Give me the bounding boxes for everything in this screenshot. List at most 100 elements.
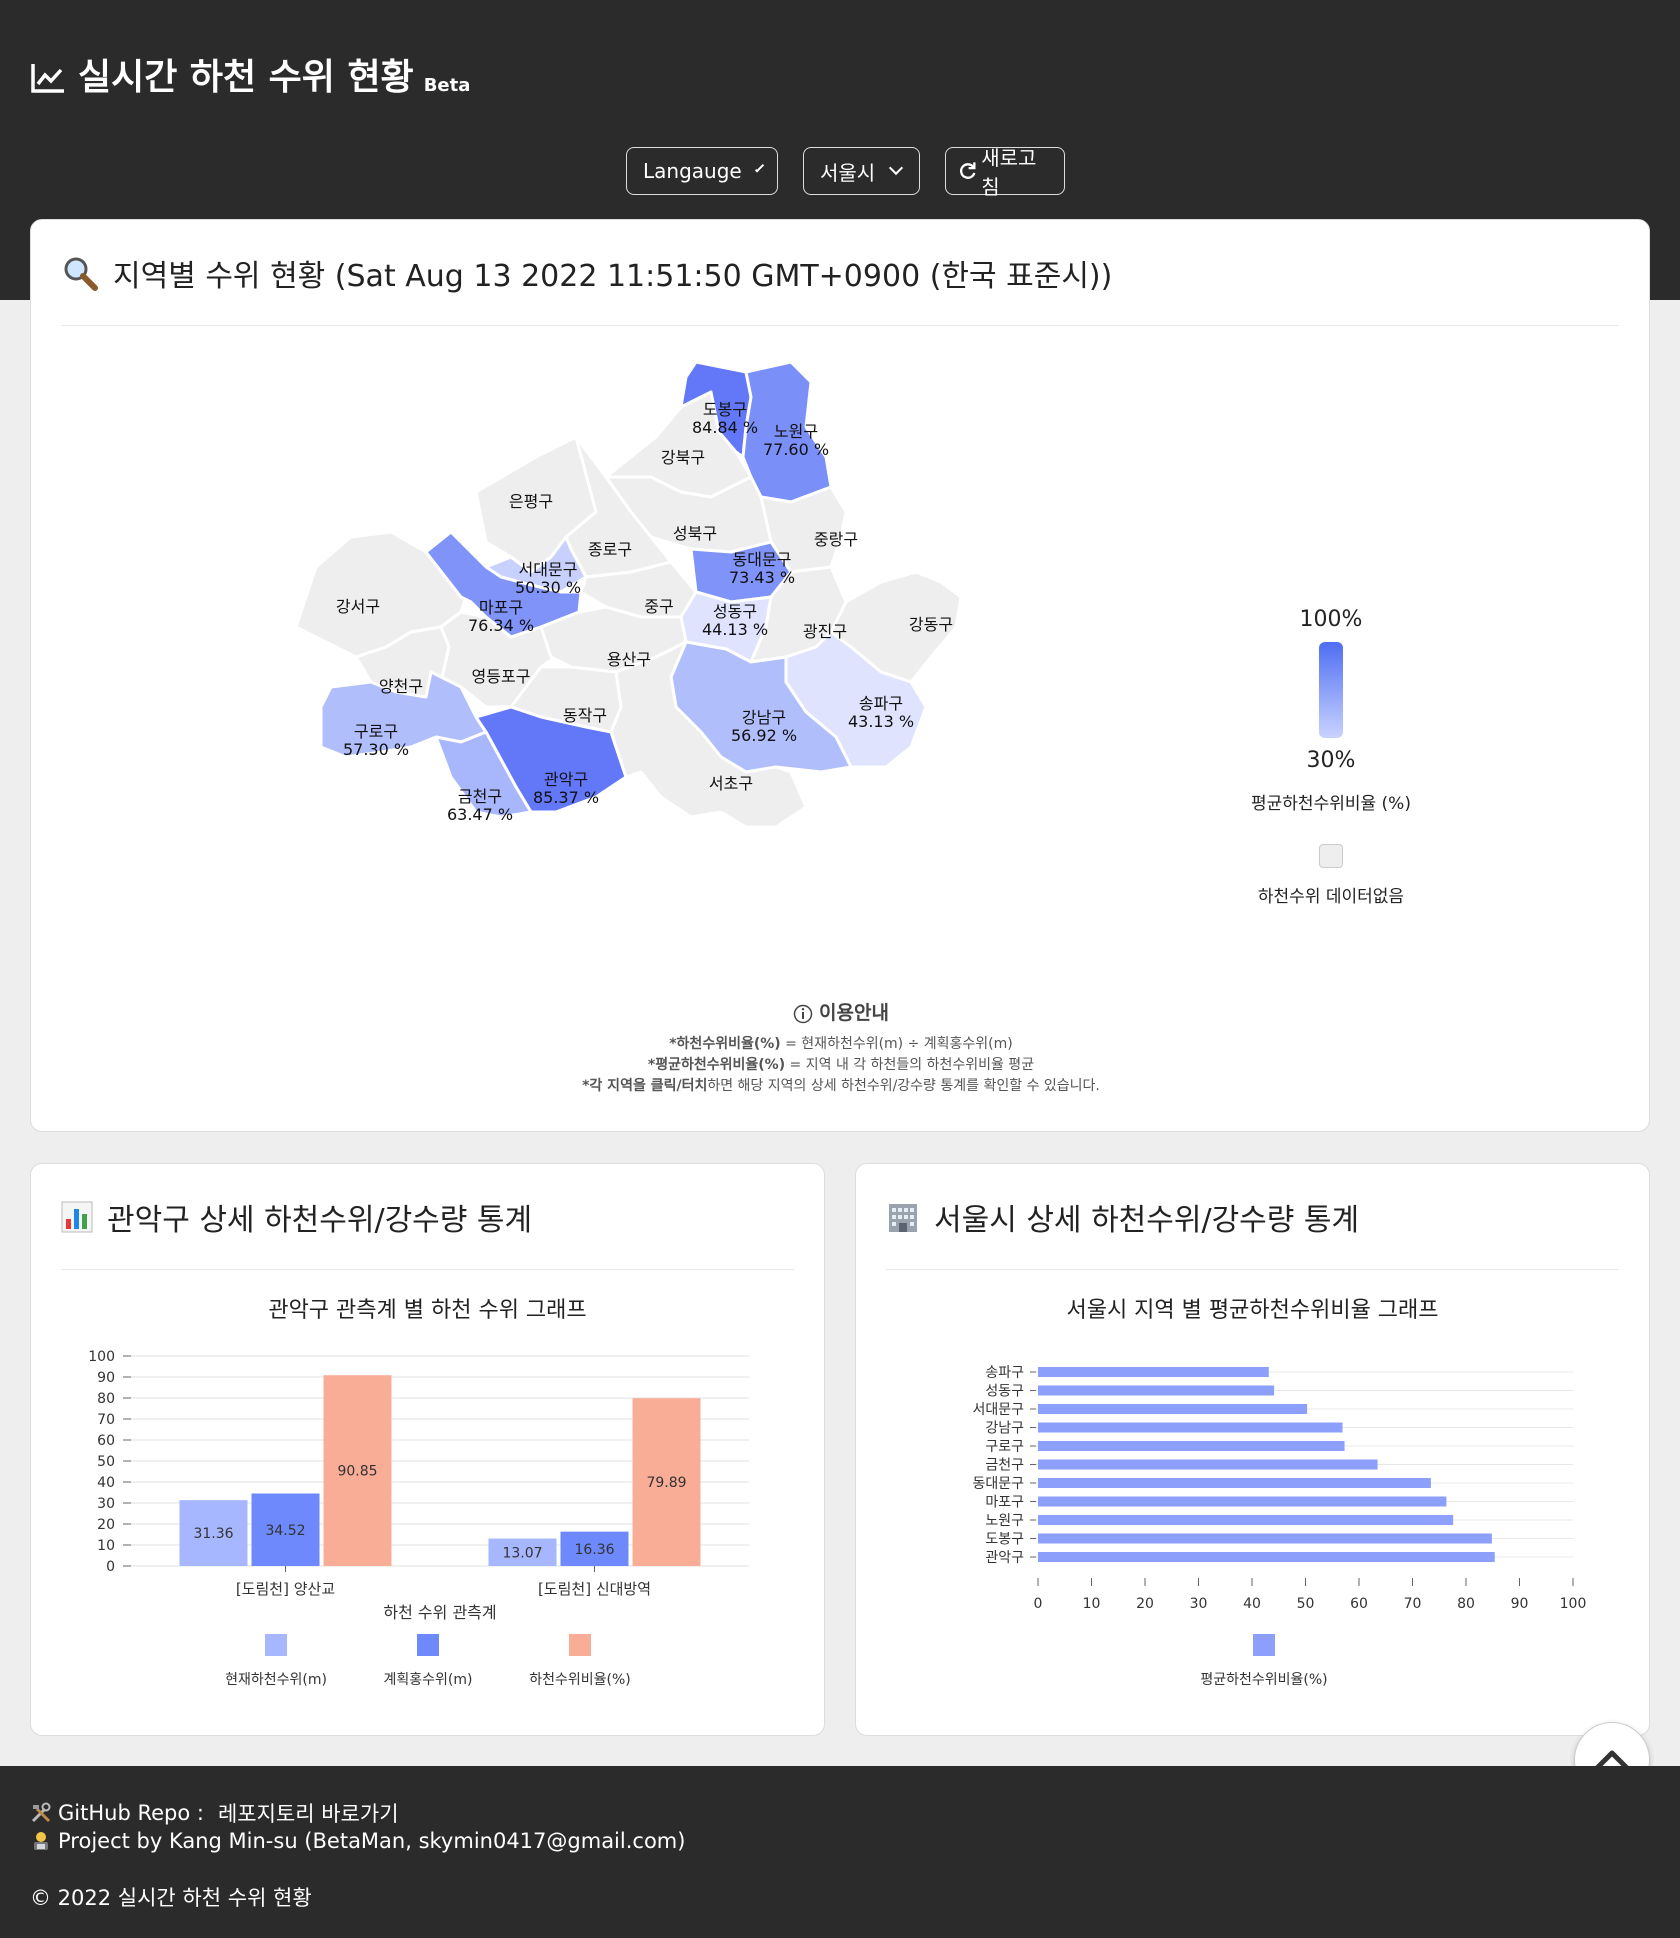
city-stats-card: 서울시 상세 하천수위/강수량 통계 서울시 지역 별 평균하천수위비율 그래프… (855, 1163, 1650, 1736)
district-name: 도봉구 (703, 400, 747, 419)
x-tick-label: 0 (1034, 1596, 1043, 1612)
district-name: 성북구 (673, 524, 717, 543)
bar (1038, 1367, 1269, 1377)
app-title-text: 실시간 하천 수위 현황 (78, 57, 414, 98)
legend-nodata-label: 하천수위 데이터없음 (1257, 887, 1405, 907)
guide-line-rest: 하면 해당 지역의 상세 하천수위/강수량 통계를 확인할 수 있습니다. (707, 1078, 1100, 1094)
x-axis-label: 하천 수위 관측계 (383, 1603, 496, 1622)
district-name: 종로구 (588, 540, 632, 559)
x-tick-label: 50 (1297, 1596, 1315, 1612)
y-tick-label: 60 (97, 1433, 115, 1449)
x-tick-label: 40 (1243, 1596, 1261, 1612)
district-value: 50.30 % (515, 578, 581, 597)
district-name: 성동구 (713, 602, 757, 621)
district-name: 강남구 (742, 708, 786, 727)
chevron-down-icon (754, 163, 765, 173)
y-tick-label: 구로구 (985, 1439, 1024, 1455)
legend-label: 평균하천수위비율 (%) (1251, 794, 1411, 814)
footer-project: Project by Kang Min-su (BetaMan, skymin0… (30, 1829, 685, 1853)
district-name: 광진구 (803, 622, 847, 641)
legend-gradient-bar (1319, 642, 1343, 738)
city-stats-header: 서울시 상세 하천수위/강수량 통계 (886, 1164, 1619, 1270)
data-label: 13.07 (502, 1545, 542, 1561)
district-name: 송파구 (859, 694, 903, 713)
y-tick-label: 동대문구 (972, 1476, 1024, 1492)
y-tick-label: 강남구 (985, 1421, 1024, 1437)
y-tick-label: 40 (97, 1475, 115, 1491)
bar (1038, 1459, 1378, 1470)
data-label: 16.36 (574, 1542, 614, 1558)
district-name: 관악구 (544, 770, 588, 789)
legend-nodata-swatch (1319, 844, 1343, 868)
y-tick-label: 90 (97, 1370, 115, 1386)
y-tick-label: 서대문구 (972, 1402, 1024, 1418)
district-name: 영등포구 (472, 667, 531, 686)
x-tick-label: 10 (1083, 1596, 1101, 1612)
legend-swatch (569, 1634, 591, 1656)
footer-repo-label: GitHub Repo : (58, 1801, 204, 1825)
district-value: 63.47 % (447, 805, 513, 824)
legend-label: 평균하천수위비율(%) (1200, 1672, 1327, 1688)
footer-repo-link[interactable]: 레포지토리 바로가기 (218, 1798, 399, 1828)
legend-high: 100% (1299, 607, 1363, 632)
guide-line-rest: = 현재하천수위(m) ÷ 계획홍수위(m) (780, 1036, 1013, 1052)
header-controls: Langauge 서울시 새로고침 (626, 146, 1065, 199)
district-name: 동대문구 (733, 550, 792, 569)
office-building-icon (889, 1203, 917, 1232)
y-tick-label: 10 (97, 1538, 115, 1554)
guide-line-bold: *각 지역을 클릭/터치 (582, 1078, 708, 1094)
seoul-map: 도봉구 84.84 % 노원구 77.60 % 강북구 은평구 성북구 중랑구 … (31, 327, 1651, 987)
app-title: 실시간 하천 수위 현황 Beta (30, 48, 470, 100)
refresh-button-label: 새로고침 (981, 146, 1037, 199)
city-average-ratio-chart: 송파구성동구서대문구강남구구로구금천구동대문구마포구노원구도봉구관악구 0 10 20… (972, 1365, 1586, 1688)
district-value: 84.84 % (692, 418, 758, 437)
y-tick-label: 70 (97, 1412, 115, 1428)
district-map-card: 지역별 수위 현황 (Sat Aug 13 2022 11:51:50 GMT+… (30, 219, 1650, 1132)
usage-guide-title: 이용안내 (31, 1003, 1651, 1024)
district-stats-title: 관악구 상세 하천수위/강수량 통계 (107, 1202, 533, 1238)
city-stats-title: 서울시 상세 하천수위/강수량 통계 (934, 1202, 1360, 1238)
language-select[interactable]: Langauge (626, 147, 778, 195)
line-chart-icon (31, 64, 64, 93)
guide-line: *평균하천수위비율(%) = 지역 내 각 하천들의 하천수위비율 평균 (31, 1055, 1651, 1076)
district-value: 85.37 % (533, 788, 599, 807)
bar (1038, 1404, 1308, 1414)
guide-line-bold: *하천수위비율(%) (669, 1036, 781, 1052)
x-tick-label: 80 (1457, 1596, 1475, 1612)
chevron-down-icon (889, 160, 904, 176)
guide-line-bold: *평균하천수위비율(%) (647, 1057, 786, 1073)
refresh-icon (960, 162, 976, 179)
legend-label: 현재하천수위(m) (225, 1672, 327, 1688)
x-tick-label: 90 (1511, 1596, 1529, 1612)
y-tick-label: 송파구 (985, 1365, 1024, 1381)
x-tick-label: [도림천] 신대방역 (538, 1580, 651, 1598)
y-tick-label: 도봉구 (985, 1532, 1024, 1548)
beta-badge: Beta (423, 75, 471, 96)
bar (1038, 1515, 1454, 1525)
legend-label: 하천수위비율(%) (529, 1672, 631, 1688)
guide-line: *하천수위비율(%) = 현재하천수위(m) ÷ 계획홍수위(m) (31, 1034, 1651, 1055)
legend-swatch (417, 1634, 439, 1656)
bar-chart-icon (61, 1201, 93, 1232)
district-value: 76.34 % (468, 616, 534, 635)
legend-low: 30% (1306, 748, 1356, 773)
y-tick-label: 노원구 (985, 1513, 1024, 1529)
developer-icon (34, 1832, 48, 1850)
bar (1038, 1496, 1447, 1507)
y-tick-label: 20 (97, 1517, 115, 1533)
city-select[interactable]: 서울시 (803, 147, 920, 195)
district-name: 강서구 (336, 597, 380, 616)
district-value: 44.13 % (702, 620, 768, 639)
district-name: 노원구 (774, 422, 818, 441)
district-name: 마포구 (479, 598, 523, 617)
guide-line-rest: = 지역 내 각 하천들의 하천수위비율 평균 (785, 1057, 1035, 1073)
data-label: 90.85 (337, 1464, 377, 1480)
map-card-title: 지역별 수위 현황 (Sat Aug 13 2022 11:51:50 GMT+… (113, 258, 1113, 294)
refresh-button[interactable]: 새로고침 (945, 146, 1065, 199)
district-value: 73.43 % (729, 568, 795, 587)
district-name: 구로구 (354, 722, 398, 741)
district-name: 강동구 (909, 615, 953, 634)
y-tick-label: 관악구 (985, 1550, 1024, 1566)
y-tick-label: 마포구 (985, 1495, 1024, 1511)
y-tick-label: 30 (97, 1496, 115, 1512)
